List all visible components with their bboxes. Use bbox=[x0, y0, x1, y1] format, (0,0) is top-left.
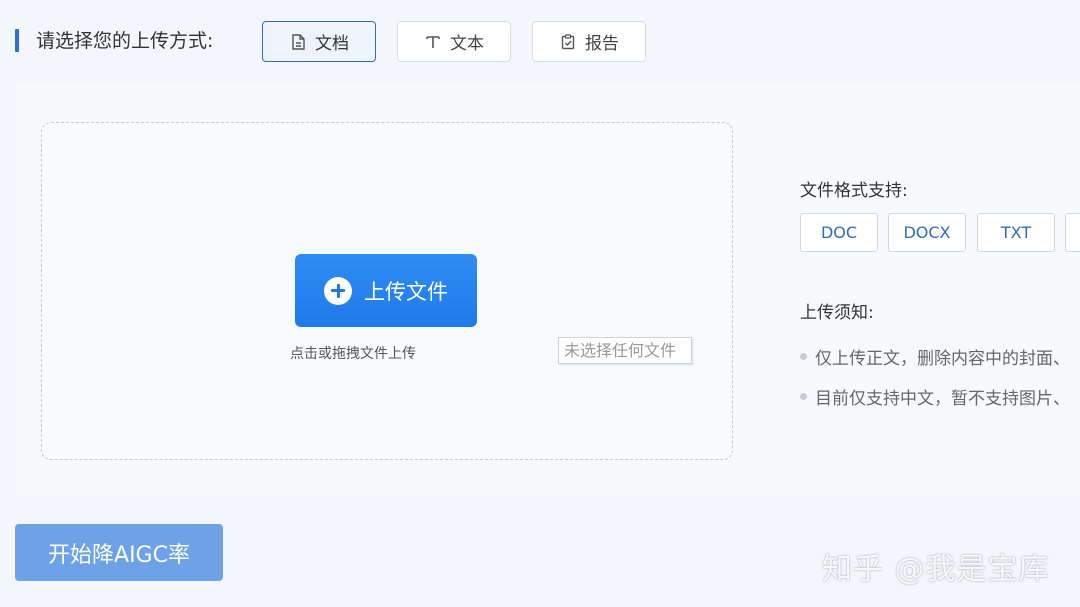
dropzone-hint: 点击或拖拽文件上传 bbox=[290, 346, 416, 362]
section-accent-bar bbox=[15, 29, 19, 52]
text-icon bbox=[426, 35, 440, 48]
formats-label: 文件格式支持: bbox=[800, 181, 908, 201]
watermark: 知乎 @我是宝库 bbox=[822, 552, 1050, 587]
mode-document-button[interactable]: 文档 bbox=[262, 21, 376, 62]
mode-text-label: 文本 bbox=[450, 34, 484, 54]
notice-item: 仅上传正文，删除内容中的封面、 bbox=[800, 344, 1070, 369]
format-chip-partial bbox=[1065, 213, 1080, 252]
format-chip-doc: DOC bbox=[800, 213, 878, 252]
plus-circle-icon bbox=[324, 276, 352, 305]
mode-report-label: 报告 bbox=[585, 34, 619, 54]
format-chip-txt: TXT bbox=[977, 213, 1055, 252]
mode-text-button[interactable]: 文本 bbox=[397, 21, 511, 62]
file-status-field: 未选择任何文件 bbox=[558, 337, 692, 364]
mode-report-button[interactable]: 报告 bbox=[532, 21, 646, 62]
clipboard-check-icon bbox=[561, 33, 575, 49]
format-chip-docx: DOCX bbox=[888, 213, 966, 252]
upload-file-label: 上传文件 bbox=[364, 279, 448, 304]
start-reduce-aigc-button[interactable]: 开始降AIGC率 bbox=[15, 524, 223, 581]
upload-mode-label: 请选择您的上传方式: bbox=[36, 30, 214, 52]
notice-item: 目前仅支持中文，暂不支持图片、 bbox=[800, 384, 1070, 409]
notice-label: 上传须知: bbox=[800, 303, 874, 323]
notice-item-text: 仅上传正文，删除内容中的封面、 bbox=[815, 349, 1070, 369]
bullet-icon bbox=[800, 353, 807, 360]
bullet-icon bbox=[800, 393, 807, 400]
upload-mode-header: 请选择您的上传方式: 文档 文本 报告 bbox=[0, 0, 1080, 84]
document-icon bbox=[292, 33, 305, 50]
mode-document-label: 文档 bbox=[315, 34, 349, 54]
notice-item-text: 目前仅支持中文，暂不支持图片、 bbox=[815, 389, 1070, 409]
upload-file-button[interactable]: 上传文件 bbox=[295, 254, 477, 327]
